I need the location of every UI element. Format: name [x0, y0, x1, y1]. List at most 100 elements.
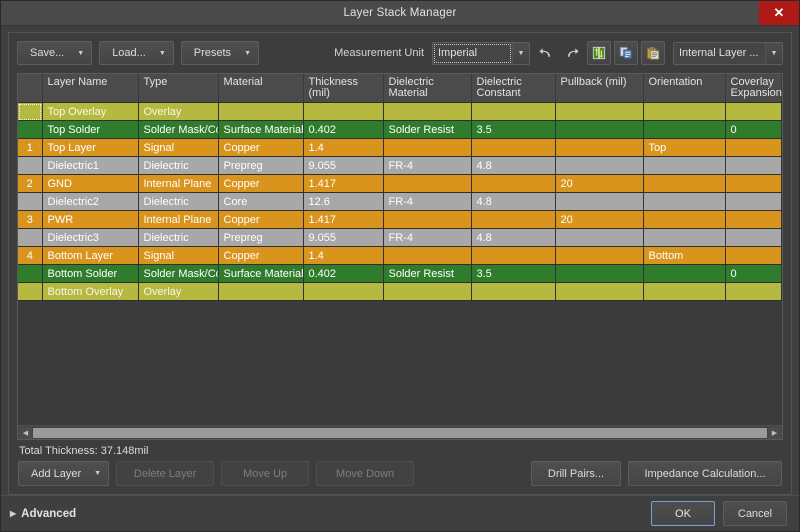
row-index[interactable]: 4: [18, 246, 43, 265]
row-index[interactable]: 3: [18, 210, 43, 229]
column-header-dielectric-constant[interactable]: Dielectric Constant: [471, 74, 556, 103]
row-index[interactable]: [18, 120, 43, 139]
row-material[interactable]: Surface Material: [218, 120, 304, 139]
row-orientation[interactable]: [643, 282, 726, 301]
row-layer-name[interactable]: PWR: [42, 210, 139, 229]
row-dielectric-constant[interactable]: 4.8: [471, 192, 556, 211]
row-layer-name[interactable]: Dielectric1: [42, 156, 139, 175]
row-orientation[interactable]: Bottom: [643, 246, 726, 265]
row-index[interactable]: [18, 192, 43, 211]
row-orientation[interactable]: [643, 228, 726, 247]
row-pullback[interactable]: [555, 282, 644, 301]
row-dielectric-material[interactable]: FR-4: [383, 228, 472, 247]
row-thickness[interactable]: 1.417: [303, 210, 384, 229]
cancel-button[interactable]: Cancel: [723, 501, 787, 526]
table-row[interactable]: Dielectric2 Dielectric Core 12.6 FR-4 4.8: [18, 192, 782, 211]
table-row[interactable]: Bottom SolderSolder Mask/Co...Surface Ma…: [18, 264, 782, 283]
row-pullback[interactable]: [555, 120, 644, 139]
table-row[interactable]: 1 Top Layer Signal Copper 1.4 Top: [18, 138, 782, 157]
row-dielectric-material[interactable]: [383, 210, 472, 229]
row-thickness[interactable]: 12.6: [303, 192, 384, 211]
measurement-unit-select[interactable]: Imperial ▼: [432, 41, 530, 65]
row-coverlay-expansion[interactable]: 0: [725, 120, 782, 139]
row-material[interactable]: Prepreg: [218, 228, 304, 247]
undo-button[interactable]: [533, 41, 557, 65]
row-coverlay-expansion[interactable]: [725, 246, 782, 265]
row-dielectric-material[interactable]: [383, 174, 472, 193]
row-material[interactable]: Copper: [218, 210, 304, 229]
row-dielectric-constant[interactable]: [471, 210, 556, 229]
row-pullback[interactable]: [555, 192, 644, 211]
row-dielectric-constant[interactable]: 4.8: [471, 228, 556, 247]
row-coverlay-expansion[interactable]: [725, 174, 782, 193]
row-dielectric-constant[interactable]: [471, 282, 556, 301]
row-thickness[interactable]: 0.402: [303, 120, 384, 139]
row-coverlay-expansion[interactable]: [725, 282, 782, 301]
row-index[interactable]: [18, 264, 43, 283]
row-dielectric-material[interactable]: [383, 246, 472, 265]
row-type[interactable]: Signal: [138, 138, 219, 157]
column-header-type[interactable]: Type: [138, 74, 219, 103]
row-coverlay-expansion[interactable]: [725, 138, 782, 157]
row-index[interactable]: [18, 156, 43, 175]
row-dielectric-material[interactable]: [383, 138, 472, 157]
table-row[interactable]: 2 GND Internal Plane Copper 1.417 20: [18, 174, 782, 193]
row-orientation[interactable]: Top: [643, 138, 726, 157]
row-layer-name[interactable]: Top Overlay: [42, 102, 139, 121]
row-material[interactable]: Copper: [218, 174, 304, 193]
horizontal-scrollbar[interactable]: ◀ ▶: [18, 425, 782, 439]
internal-layer-select[interactable]: Internal Layer ... ▼: [673, 41, 783, 65]
row-dielectric-constant[interactable]: 4.8: [471, 156, 556, 175]
row-type[interactable]: Overlay: [138, 282, 219, 301]
row-dielectric-constant[interactable]: [471, 174, 556, 193]
row-pullback[interactable]: [555, 246, 644, 265]
table-row[interactable]: Bottom Overlay Overlay: [18, 282, 782, 301]
redo-button[interactable]: [560, 41, 584, 65]
row-index[interactable]: [18, 282, 43, 301]
row-pullback[interactable]: [555, 156, 644, 175]
row-pullback[interactable]: [555, 138, 644, 157]
row-layer-name[interactable]: Dielectric3: [42, 228, 139, 247]
copy-button[interactable]: [614, 41, 638, 65]
row-dielectric-material[interactable]: FR-4: [383, 156, 472, 175]
move-down-button[interactable]: Move Down: [316, 461, 415, 486]
row-type[interactable]: Dielectric: [138, 228, 219, 247]
row-material[interactable]: Surface Material: [218, 264, 304, 283]
row-thickness[interactable]: 1.4: [303, 138, 384, 157]
table-row[interactable]: Top Overlay Overlay: [18, 102, 782, 121]
table-row[interactable]: 4 Bottom Layer Signal Copper 1.4 Bottom: [18, 246, 782, 265]
row-coverlay-expansion[interactable]: [725, 156, 782, 175]
row-dielectric-constant[interactable]: 3.5: [471, 264, 556, 283]
row-layer-name[interactable]: Bottom Overlay: [42, 282, 139, 301]
row-thickness[interactable]: 1.4: [303, 246, 384, 265]
row-material[interactable]: [218, 282, 304, 301]
add-layer-button[interactable]: Add Layer ▼: [18, 461, 110, 486]
scroll-right-arrow-icon[interactable]: ▶: [768, 426, 781, 439]
row-dielectric-constant[interactable]: [471, 246, 556, 265]
row-dielectric-material[interactable]: Solder Resist: [383, 120, 472, 139]
paste-button[interactable]: [641, 41, 665, 65]
column-header-pullback[interactable]: Pullback (mil): [555, 74, 644, 103]
column-header-dielectric-material[interactable]: Dielectric Material: [383, 74, 472, 103]
row-layer-name[interactable]: Top Solder: [42, 120, 139, 139]
row-dielectric-constant[interactable]: [471, 138, 556, 157]
row-thickness[interactable]: 1.417: [303, 174, 384, 193]
row-index[interactable]: [18, 228, 43, 247]
table-row[interactable]: Dielectric1 Dielectric Prepreg 9.055 FR-4 4.8: [18, 156, 782, 175]
column-header-layer-name[interactable]: Layer Name: [42, 74, 139, 103]
row-thickness[interactable]: [303, 282, 384, 301]
ok-button[interactable]: OK: [651, 501, 715, 526]
row-thickness[interactable]: 9.055: [303, 228, 384, 247]
row-index[interactable]: 2: [18, 174, 43, 193]
column-header-coverlay-expansion[interactable]: Coverlay Expansion: [725, 74, 782, 103]
row-type[interactable]: Signal: [138, 246, 219, 265]
drill-pairs-button[interactable]: Drill Pairs...: [531, 461, 621, 486]
row-material[interactable]: Copper: [218, 138, 304, 157]
row-type[interactable]: Internal Plane: [138, 210, 219, 229]
row-orientation[interactable]: [643, 102, 726, 121]
scroll-left-arrow-icon[interactable]: ◀: [19, 426, 32, 439]
row-material[interactable]: [218, 102, 304, 121]
row-thickness[interactable]: [303, 102, 384, 121]
row-pullback[interactable]: 20: [555, 174, 644, 193]
save-button[interactable]: Save... ▼: [17, 41, 93, 65]
